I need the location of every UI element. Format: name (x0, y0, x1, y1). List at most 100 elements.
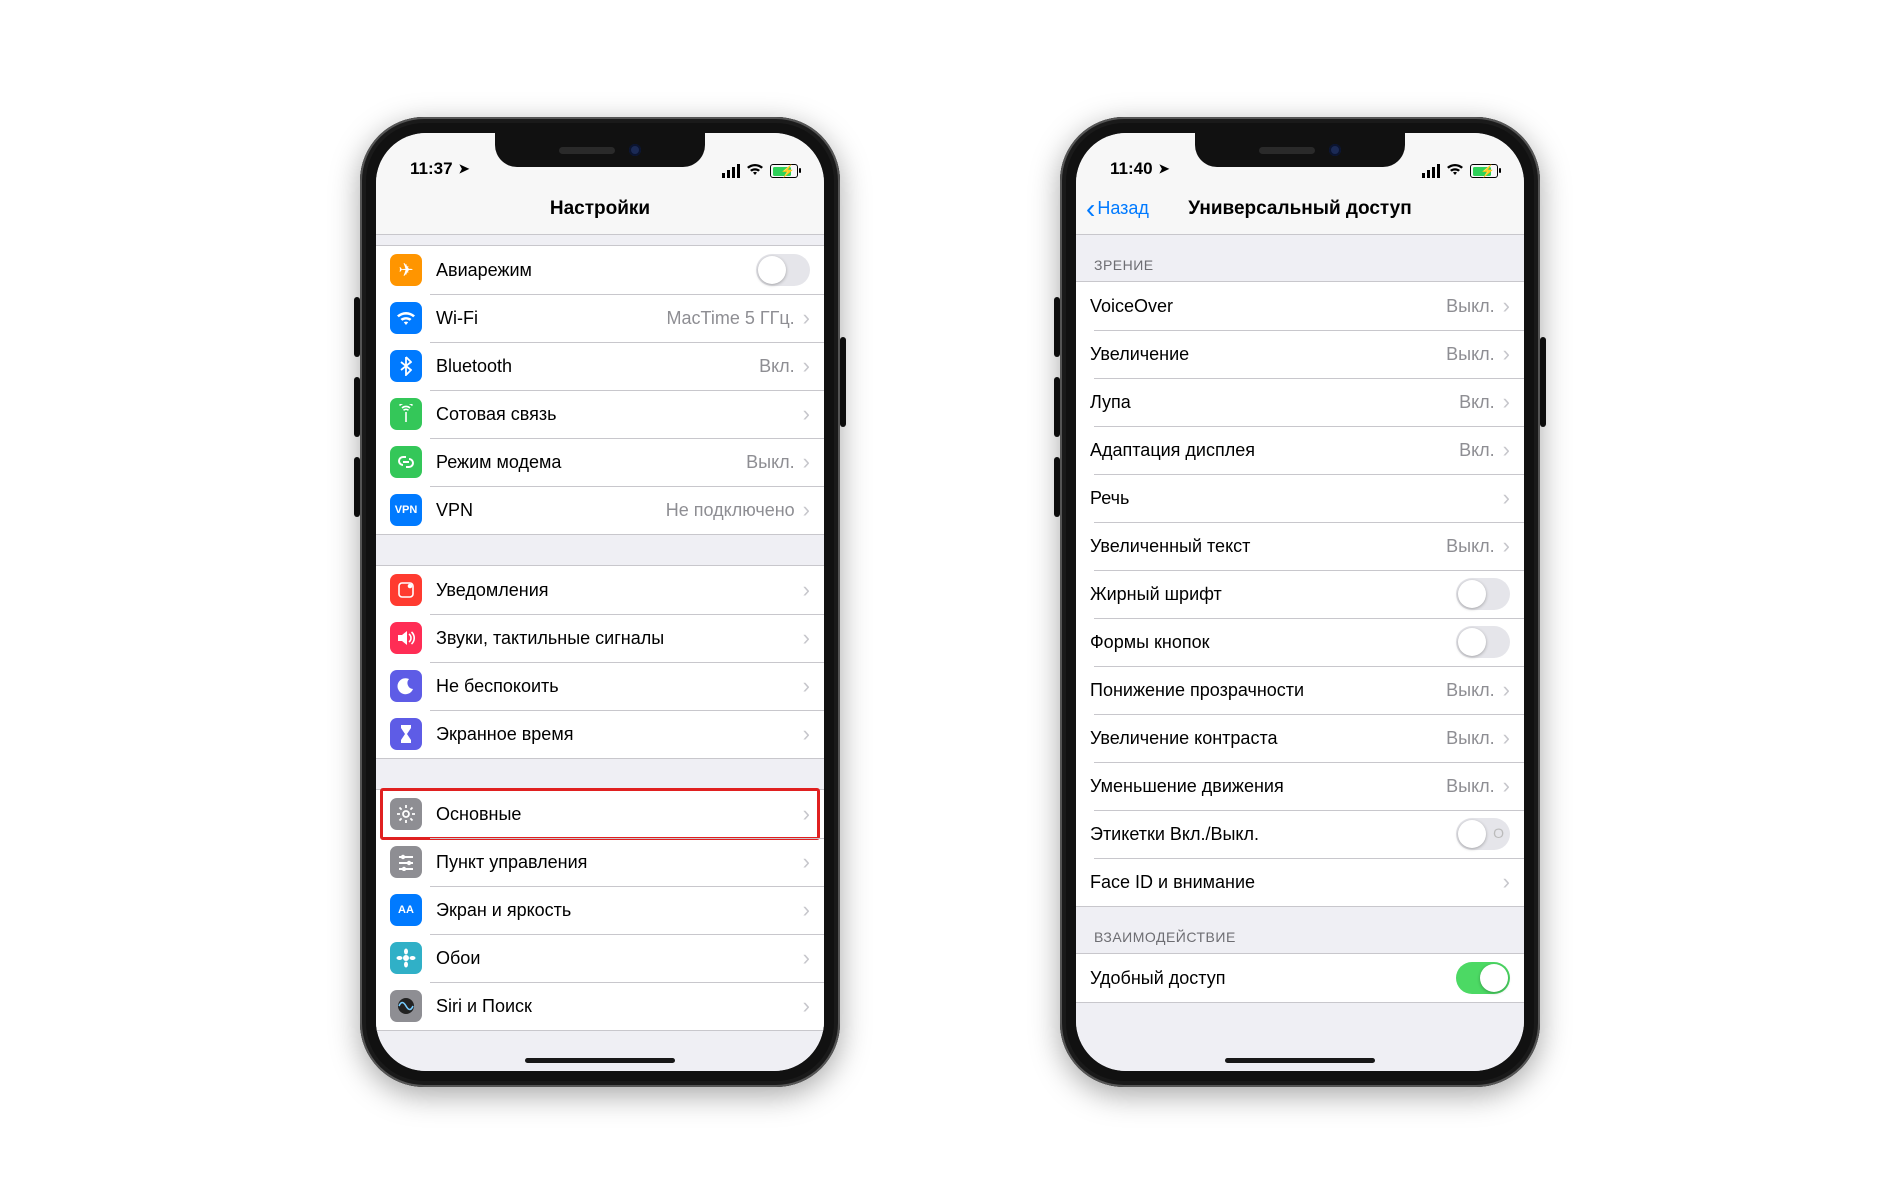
cell-button-shapes[interactable]: Формы кнопок (1076, 618, 1524, 666)
bluetooth-icon (390, 350, 422, 382)
cell-cellular[interactable]: Сотовая связь› (376, 390, 824, 438)
location-icon: ➤ (459, 161, 470, 177)
cell-dnd[interactable]: Не беспокоить› (376, 662, 824, 710)
cell-label: VPN (436, 500, 666, 521)
cell-label: Bluetooth (436, 356, 759, 377)
cell-sounds[interactable]: Звуки, тактильные сигналы› (376, 614, 824, 662)
cell-notifications[interactable]: Уведомления› (376, 566, 824, 614)
chevron-right-icon: › (803, 849, 810, 875)
cell-transparency[interactable]: Понижение прозрачностиВыкл.› (1076, 666, 1524, 714)
cell-labels[interactable]: Этикетки Вкл./Выкл. (1076, 810, 1524, 858)
nav-bar: ‹ Назад Универсальный доступ (1076, 183, 1524, 235)
vpn-icon: VPN (390, 494, 422, 526)
speaker-slot (1259, 147, 1315, 154)
back-button[interactable]: ‹ Назад (1086, 183, 1149, 234)
chevron-right-icon: › (803, 305, 810, 331)
wifi-icon (746, 163, 764, 179)
cell-airplane[interactable]: ✈Авиарежим (376, 246, 824, 294)
reachability-toggle[interactable] (1456, 962, 1510, 994)
cell-detail: Выкл. (1446, 536, 1495, 557)
sounds-icon (390, 622, 422, 654)
cellular-icon (390, 398, 422, 430)
cell-detail: Выкл. (1446, 680, 1495, 701)
accessibility-group-1: Удобный доступ (1076, 953, 1524, 1003)
status-time: 11:40 (1110, 159, 1153, 179)
settings-group-1: Уведомления›Звуки, тактильные сигналы›Не… (376, 565, 824, 759)
labels-toggle[interactable] (1456, 818, 1510, 850)
cell-reachability[interactable]: Удобный доступ (1076, 954, 1524, 1002)
status-time-area: 11:40 ➤ (1110, 159, 1169, 179)
cell-control[interactable]: Пункт управления› (376, 838, 824, 886)
home-indicator[interactable] (525, 1058, 675, 1063)
wifi-icon (1446, 163, 1464, 179)
cell-zoom[interactable]: УвеличениеВыкл.› (1076, 330, 1524, 378)
cell-vpn[interactable]: VPNVPNНе подключено› (376, 486, 824, 534)
cell-wifi[interactable]: Wi-FiMacTime 5 ГГц.› (376, 294, 824, 342)
cell-display-adapt[interactable]: Адаптация дисплеяВкл.› (1076, 426, 1524, 474)
nav-bar: Настройки (376, 183, 824, 235)
accessibility-content[interactable]: ЗРЕНИЕVoiceOverВыкл.›УвеличениеВыкл.›Луп… (1076, 235, 1524, 1071)
nav-title: Настройки (550, 198, 650, 220)
notch (495, 133, 705, 167)
chevron-right-icon: › (803, 945, 810, 971)
cell-label: Удобный доступ (1090, 968, 1456, 989)
accessibility-group-0: VoiceOverВыкл.›УвеличениеВыкл.›ЛупаВкл.›… (1076, 281, 1524, 907)
cell-voiceover[interactable]: VoiceOverВыкл.› (1076, 282, 1524, 330)
front-camera (1329, 144, 1341, 156)
dnd-icon (390, 670, 422, 702)
cell-magnifier[interactable]: ЛупаВкл.› (1076, 378, 1524, 426)
chevron-right-icon: › (803, 625, 810, 651)
airplane-toggle[interactable] (756, 254, 810, 286)
cell-label: Жирный шрифт (1090, 584, 1456, 605)
chevron-right-icon: › (803, 801, 810, 827)
screen-left: 11:37 ➤ ⚡ Настройки ✈АвиарежимWi-FiMacTi… (376, 133, 824, 1071)
cell-screentime[interactable]: Экранное время› (376, 710, 824, 758)
chevron-right-icon: › (1503, 389, 1510, 415)
chevron-right-icon: › (803, 497, 810, 523)
wifi-icon (390, 302, 422, 334)
cell-general[interactable]: Основные› (376, 790, 824, 838)
cell-detail: MacTime 5 ГГц. (667, 308, 795, 329)
cell-detail: Выкл. (1446, 296, 1495, 317)
back-label: Назад (1097, 198, 1149, 219)
cell-label: Речь (1090, 488, 1503, 509)
cell-detail: Выкл. (1446, 728, 1495, 749)
cell-detail: Вкл. (1459, 392, 1495, 413)
group-gap (376, 1031, 824, 1061)
cell-faceid[interactable]: Face ID и внимание› (1076, 858, 1524, 906)
general-icon (390, 798, 422, 830)
cell-bold[interactable]: Жирный шрифт (1076, 570, 1524, 618)
cell-display[interactable]: AAЭкран и яркость› (376, 886, 824, 934)
cell-label: Face ID и внимание (1090, 872, 1503, 893)
cell-wallpaper[interactable]: Обои› (376, 934, 824, 982)
bold-toggle[interactable] (1456, 578, 1510, 610)
cell-speech[interactable]: Речь› (1076, 474, 1524, 522)
cell-motion[interactable]: Уменьшение движенияВыкл.› (1076, 762, 1524, 810)
settings-group-2: Основные›Пункт управления›AAЭкран и ярко… (376, 789, 824, 1031)
cell-siri[interactable]: Siri и Поиск› (376, 982, 824, 1030)
cell-label: Экран и яркость (436, 900, 803, 921)
signal-icon (1422, 164, 1440, 178)
settings-content[interactable]: ✈АвиарежимWi-FiMacTime 5 ГГц.›BluetoothВ… (376, 235, 824, 1071)
cell-detail: Вкл. (1459, 440, 1495, 461)
cell-label: Увеличенный текст (1090, 536, 1446, 557)
cell-contrast[interactable]: Увеличение контрастаВыкл.› (1076, 714, 1524, 762)
home-indicator[interactable] (1225, 1058, 1375, 1063)
front-camera (629, 144, 641, 156)
control-icon (390, 846, 422, 878)
button-shapes-toggle[interactable] (1456, 626, 1510, 658)
status-right: ⚡ (722, 163, 798, 179)
cell-label: Siri и Поиск (436, 996, 803, 1017)
cell-label: Режим модема (436, 452, 746, 473)
cell-hotspot[interactable]: Режим модемаВыкл.› (376, 438, 824, 486)
settings-group-0: ✈АвиарежимWi-FiMacTime 5 ГГц.›BluetoothВ… (376, 245, 824, 535)
cell-detail: Вкл. (759, 356, 795, 377)
cell-bluetooth[interactable]: BluetoothВкл.› (376, 342, 824, 390)
cell-label: Уменьшение движения (1090, 776, 1446, 797)
siri-icon (390, 990, 422, 1022)
chevron-right-icon: › (1503, 677, 1510, 703)
nav-title: Универсальный доступ (1188, 198, 1411, 220)
status-right: ⚡ (1422, 163, 1498, 179)
group-gap (376, 535, 824, 565)
cell-large-text[interactable]: Увеличенный текстВыкл.› (1076, 522, 1524, 570)
